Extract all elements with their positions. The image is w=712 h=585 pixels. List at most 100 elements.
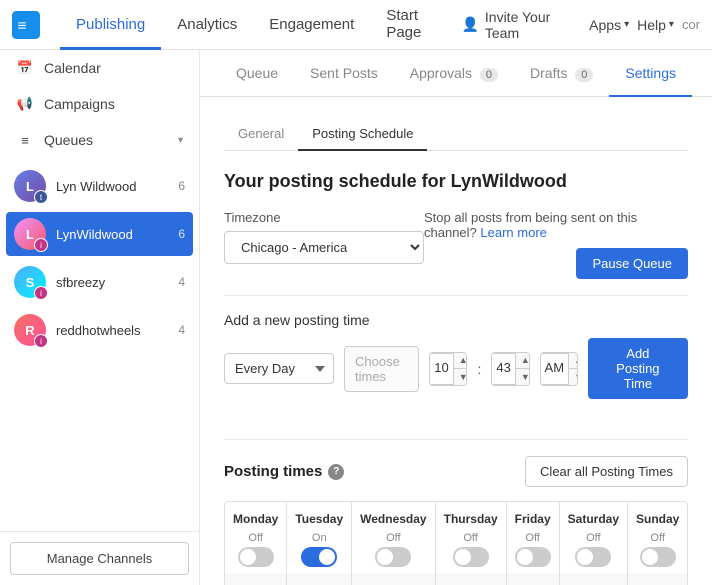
toggle-switch-wednesday[interactable]	[375, 547, 411, 567]
minute-value: 43	[492, 353, 514, 385]
timezone-right: Stop all posts from being sent on this c…	[424, 210, 688, 279]
nav-analytics[interactable]: Analytics	[161, 1, 253, 50]
posting-times-section: Posting times ? Clear all Posting Times …	[224, 456, 688, 585]
twitter-badge-icon: t	[34, 190, 48, 204]
day-name-wednesday: Wednesday	[360, 512, 426, 526]
timezone-left: Timezone Chicago - America	[224, 210, 424, 264]
add-posting-section: Add a new posting time Every Day Monday …	[224, 312, 688, 440]
manage-channels-button[interactable]: Manage Channels	[10, 542, 189, 575]
hour-down-button[interactable]: ▼	[453, 369, 468, 385]
time-slot-saturday[interactable]: 02 : 00 PM	[564, 581, 623, 585]
tab-settings[interactable]: Settings	[609, 51, 692, 97]
minute-arrows: ▲ ▼	[515, 353, 530, 385]
toggle-switch-sunday[interactable]	[640, 547, 676, 567]
day-col-saturday: Saturday Off 02 : 00 PM	[560, 502, 628, 585]
hour-arrows: ▲ ▼	[453, 353, 468, 385]
day-name-tuesday: Tuesday	[295, 512, 343, 526]
hour-up-button[interactable]: ▲	[453, 353, 468, 369]
help-menu[interactable]: Help ▾	[637, 17, 674, 33]
toggle-knob-sunday	[642, 549, 658, 565]
learn-more-link[interactable]: Learn more	[480, 225, 546, 240]
toggle-label-wednesday: Off	[386, 532, 400, 544]
day-header-friday: Friday Off	[507, 502, 559, 573]
ampm-value: AM	[541, 353, 569, 385]
day-times-saturday: 02 : 00 PM	[560, 573, 627, 585]
time-slot-thursday[interactable]: 02 : 00 PM	[440, 581, 502, 585]
queues-chevron-icon: ▾	[178, 135, 183, 146]
toggle-knob-friday	[517, 549, 533, 565]
main-content: Queue Sent Posts Approvals 0 Drafts 0 Se…	[200, 50, 712, 585]
day-header-tuesday: Tuesday On	[287, 502, 351, 573]
logo[interactable]: ≡	[12, 11, 40, 39]
day-name-monday: Monday	[233, 512, 278, 526]
day-toggle-friday: Off	[515, 532, 551, 567]
instagram-badge-red-icon: i	[34, 334, 48, 348]
day-toggle-sunday: Off	[636, 532, 679, 567]
campaigns-icon: 📢	[16, 96, 34, 112]
day-select[interactable]: Every Day Monday Tuesday Wednesday Thurs…	[224, 353, 334, 384]
tab-sent-posts[interactable]: Sent Posts	[294, 51, 394, 97]
pause-queue-button[interactable]: Pause Queue	[576, 248, 688, 279]
toggle-label-saturday: Off	[586, 532, 600, 544]
day-header-sunday: Sunday Off	[628, 502, 687, 573]
tab-queue[interactable]: Queue	[220, 51, 294, 97]
instagram-badge-sf-icon: i	[34, 286, 48, 300]
day-name-thursday: Thursday	[444, 512, 498, 526]
minute-up-button[interactable]: ▲	[515, 353, 530, 369]
user-avatar-initial[interactable]: cor	[682, 17, 700, 32]
tab-drafts[interactable]: Drafts 0	[514, 51, 609, 97]
nav-engagement[interactable]: Engagement	[253, 1, 370, 50]
help-chevron-icon: ▾	[669, 19, 674, 30]
add-posting-label: Add a new posting time	[224, 312, 688, 328]
time-slot-wednesday[interactable]: 02 : 00 PM	[356, 581, 430, 585]
toggle-switch-tuesday[interactable]	[301, 547, 337, 567]
invite-team-button[interactable]: 👤 Invite Your Team	[461, 9, 581, 41]
toggle-switch-monday[interactable]	[238, 547, 274, 567]
sidebar-item-queues[interactable]: ≡ Queues ▾	[0, 122, 199, 158]
toggle-switch-saturday[interactable]	[575, 547, 611, 567]
timezone-select[interactable]: Chicago - America	[224, 231, 424, 264]
nav-right: 👤 Invite Your Team Apps ▾ Help ▾ cor	[461, 9, 700, 41]
channel-item-lyn-w[interactable]: L t Lyn Wildwood 6	[0, 162, 199, 210]
ampm-down-button[interactable]: ▼	[568, 369, 578, 385]
ampm-up-button[interactable]: ▲	[568, 353, 578, 369]
posting-times-help-icon[interactable]: ?	[328, 464, 344, 480]
day-col-wednesday: Wednesday Off 02 : 00 PM	[352, 502, 435, 585]
nav-publishing[interactable]: Publishing	[60, 1, 161, 50]
sidebar-footer: Manage Channels	[0, 531, 199, 585]
posting-times-header: Posting times ? Clear all Posting Times	[224, 456, 688, 487]
subtab-general[interactable]: General	[224, 118, 298, 151]
minute-spinner: 43 ▲ ▼	[491, 352, 529, 386]
time-colon: :	[477, 361, 481, 377]
day-name-friday: Friday	[515, 512, 551, 526]
main-tabs: Queue Sent Posts Approvals 0 Drafts 0 Se…	[200, 50, 712, 97]
apps-menu[interactable]: Apps ▾	[589, 17, 629, 33]
toggle-knob-wednesday	[377, 549, 393, 565]
toggle-switch-friday[interactable]	[515, 547, 551, 567]
instagram-badge-icon: i	[34, 238, 48, 252]
clear-posting-times-button[interactable]: Clear all Posting Times	[525, 456, 688, 487]
channel-item-reddhotwheels[interactable]: R i reddhotwheels 4	[0, 306, 199, 354]
time-slot-sunday[interactable]: 02 : 00 PM	[632, 581, 683, 585]
subtab-posting-schedule[interactable]: Posting Schedule	[298, 118, 427, 151]
toggle-switch-thursday[interactable]	[453, 547, 489, 567]
sidebar-item-calendar[interactable]: 📅 Calendar	[0, 50, 199, 86]
channel-item-lyn-w2[interactable]: L i LynWildwood 6	[6, 212, 193, 256]
nav-start-page[interactable]: Start Page	[370, 1, 461, 50]
time-slot-friday[interactable]: 02 : 00 PM	[511, 581, 555, 585]
calendar-icon: 📅	[16, 60, 34, 76]
channel-avatar-lyn-w: L t	[14, 170, 46, 202]
time-slot-tuesday[interactable]: 12 : 00 PM	[291, 581, 347, 585]
sub-tabs: General Posting Schedule	[224, 117, 688, 151]
minute-down-button[interactable]: ▼	[515, 369, 530, 385]
toggle-label-tuesday: On	[312, 532, 327, 544]
channel-item-sfbreezy[interactable]: S i sfbreezy 4	[0, 258, 199, 306]
add-posting-time-button[interactable]: Add Posting Time	[588, 338, 688, 399]
sidebar-item-campaigns[interactable]: 📢 Campaigns	[0, 86, 199, 122]
tab-approvals[interactable]: Approvals 0	[394, 51, 514, 97]
top-nav: ≡ Publishing Analytics Engagement Start …	[0, 0, 712, 50]
timezone-section: Timezone Chicago - America Stop all post…	[224, 210, 688, 296]
day-times-wednesday: 02 : 00 PM	[352, 573, 434, 585]
day-toggle-wednesday: Off	[360, 532, 426, 567]
day-col-tuesday: Tuesday On 12 : 00 PM	[287, 502, 352, 585]
